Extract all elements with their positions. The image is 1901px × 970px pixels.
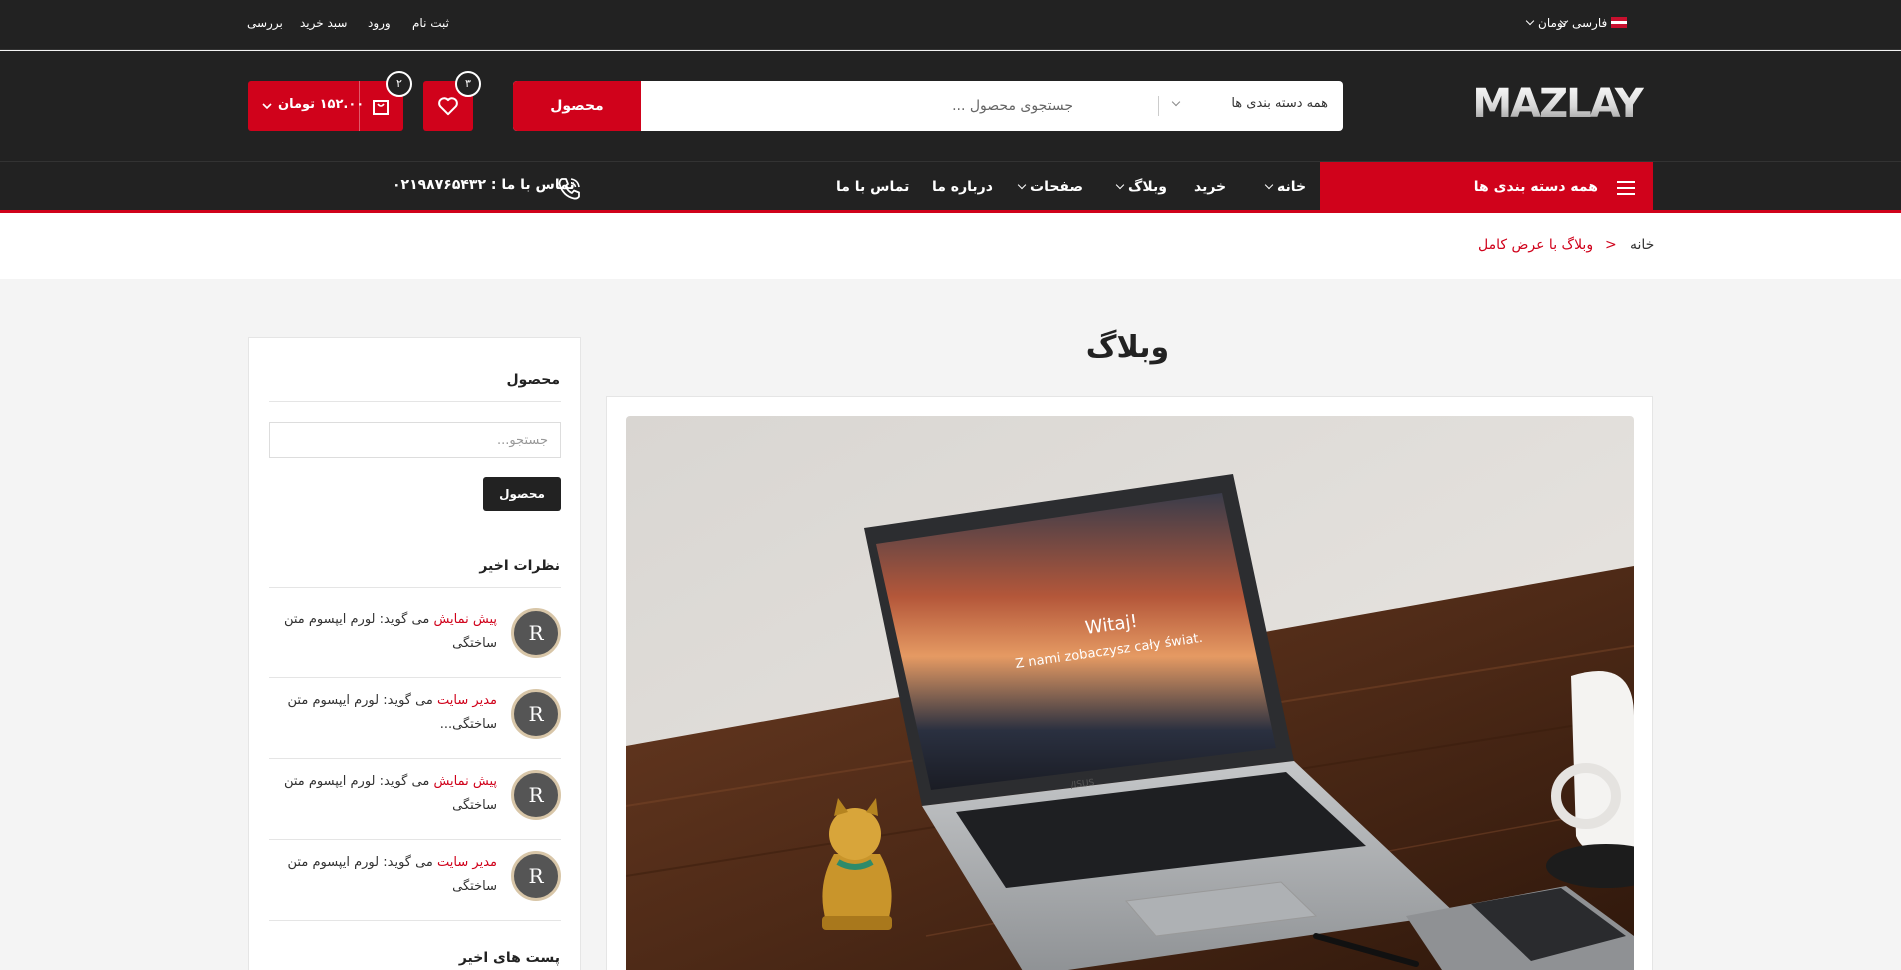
comment-item: R پیش نمایش می گوید: لورم ایپسوم متن ساخ… bbox=[269, 598, 561, 678]
cart-divider bbox=[359, 81, 360, 131]
wishlist-button[interactable]: ۳ bbox=[423, 71, 481, 131]
category-select[interactable]: همه دسته بندی ها bbox=[1173, 96, 1328, 116]
avatar: R bbox=[511, 608, 561, 658]
comment-author-link[interactable]: پیش نمایش bbox=[433, 612, 497, 627]
breadcrumb-separator: > bbox=[1605, 237, 1617, 253]
language-selector[interactable]: فارسی bbox=[1556, 16, 1628, 30]
avatar: R bbox=[511, 770, 561, 820]
currency-label: تومان bbox=[1538, 16, 1567, 30]
comment-says: می گوید: bbox=[379, 693, 438, 708]
header: MAZLAY محصول همه دسته بندی ها ۳ ۱۵۲.۰۰ ت… bbox=[0, 51, 1901, 161]
page-title: وبلاگ bbox=[1085, 330, 1170, 365]
sidebar-search-input[interactable] bbox=[269, 422, 561, 458]
avatar: R bbox=[511, 689, 561, 739]
cart-count-badge: ۲ bbox=[386, 71, 412, 97]
comment-author-link[interactable]: مدیر سایت bbox=[437, 855, 497, 870]
login-link[interactable]: ورود bbox=[368, 16, 391, 30]
top-bar: فارسی تومان ثبت نام ورود سبد خرید بررسی bbox=[0, 0, 1901, 50]
comment-item: R مدیر سایت می گوید: لورم ایپسوم متن ساخ… bbox=[269, 679, 561, 759]
chevron-down-icon bbox=[1264, 180, 1274, 190]
sidebar-search-title: محصول bbox=[506, 372, 560, 388]
chevron-down-icon bbox=[1525, 16, 1535, 26]
register-link[interactable]: ثبت نام bbox=[412, 16, 449, 30]
cart-link[interactable]: سبد خرید bbox=[300, 16, 347, 30]
divider bbox=[269, 587, 561, 588]
divider bbox=[269, 401, 561, 402]
nav-home[interactable]: خانه bbox=[1261, 179, 1306, 195]
comment-says: می گوید: bbox=[375, 774, 434, 789]
logo-text: MAZLAY bbox=[1472, 82, 1644, 124]
nav-contact[interactable]: تماس با ما bbox=[836, 179, 909, 195]
logo[interactable]: MAZLAY bbox=[1462, 82, 1653, 124]
sidebar: محصول محصول نظرات اخیر R پیش نمایش می گو… bbox=[248, 337, 581, 970]
search-button[interactable]: محصول bbox=[513, 81, 641, 131]
nav-pages-label: صفحات bbox=[1030, 179, 1084, 195]
avatar: R bbox=[511, 851, 561, 901]
recent-posts-title: پست های اخیر bbox=[458, 950, 560, 966]
breadcrumb: خانه > وبلاگ با عرض کامل bbox=[0, 213, 1901, 279]
chevron-down-icon bbox=[1115, 180, 1125, 190]
wishlist-count-badge: ۳ bbox=[455, 71, 481, 97]
nav-home-label: خانه bbox=[1277, 179, 1307, 195]
uk-flag-icon bbox=[1611, 17, 1628, 28]
cart-total: ۱۵۲.۰۰ تومان bbox=[278, 97, 365, 112]
all-categories-button[interactable]: همه دسته بندی ها bbox=[1320, 162, 1653, 214]
nav-shop[interactable]: خرید bbox=[1194, 179, 1226, 195]
chevron-down-icon bbox=[262, 103, 272, 110]
hamburger-icon bbox=[1617, 181, 1635, 195]
cart-button[interactable]: ۱۵۲.۰۰ تومان ۲ bbox=[248, 71, 412, 131]
nav-about[interactable]: درباره ما bbox=[932, 179, 993, 195]
nav-blog-label: وبلاگ bbox=[1128, 179, 1167, 195]
nav-blog[interactable]: وبلاگ bbox=[1112, 179, 1167, 195]
currency-selector[interactable]: تومان bbox=[1522, 16, 1566, 30]
recent-comments-title: نظرات اخیر bbox=[479, 558, 560, 574]
search-bar: محصول همه دسته بندی ها bbox=[513, 81, 1343, 131]
main-nav: همه دسته بندی ها خانه خرید وبلاگ صفحات د… bbox=[0, 161, 1901, 214]
all-categories-label: همه دسته بندی ها bbox=[1473, 179, 1598, 195]
language-label: فارسی bbox=[1572, 16, 1608, 30]
comment-says: می گوید: bbox=[375, 612, 434, 627]
contact-phone: تماس با ما : ۰۲۱۹۸۷۶۵۴۳۲ bbox=[392, 177, 575, 193]
search-divider bbox=[1158, 96, 1159, 116]
comment-author-link[interactable]: پیش نمایش bbox=[433, 774, 497, 789]
post-featured-image[interactable]: Witaj! Z nami zobaczysz cały świat. /ISU… bbox=[626, 416, 1634, 970]
phone-icon bbox=[558, 178, 580, 200]
comment-item: R پیش نمایش می گوید: لورم ایپسوم متن ساخ… bbox=[269, 760, 561, 840]
search-input[interactable] bbox=[653, 94, 1073, 118]
laptop-desk-photo: Witaj! Z nami zobaczysz cały świat. /ISU… bbox=[626, 416, 1634, 970]
nav-pages[interactable]: صفحات bbox=[1014, 179, 1083, 195]
comment-author-link[interactable]: مدیر سایت bbox=[437, 693, 497, 708]
chevron-down-icon bbox=[1017, 180, 1027, 190]
shopping-bag-icon bbox=[373, 100, 389, 115]
breadcrumb-home[interactable]: خانه bbox=[1630, 237, 1654, 253]
comment-item: R مدیر سایت می گوید: لورم ایپسوم متن ساخ… bbox=[269, 841, 561, 921]
sidebar-search-button[interactable]: محصول bbox=[483, 477, 561, 511]
heart-icon bbox=[438, 97, 458, 116]
checkout-link[interactable]: بررسی bbox=[247, 16, 283, 30]
comment-says: می گوید: bbox=[379, 855, 438, 870]
post-card: Witaj! Z nami zobaczysz cały świat. /ISU… bbox=[606, 396, 1653, 970]
breadcrumb-current: وبلاگ با عرض کامل bbox=[1478, 237, 1594, 253]
